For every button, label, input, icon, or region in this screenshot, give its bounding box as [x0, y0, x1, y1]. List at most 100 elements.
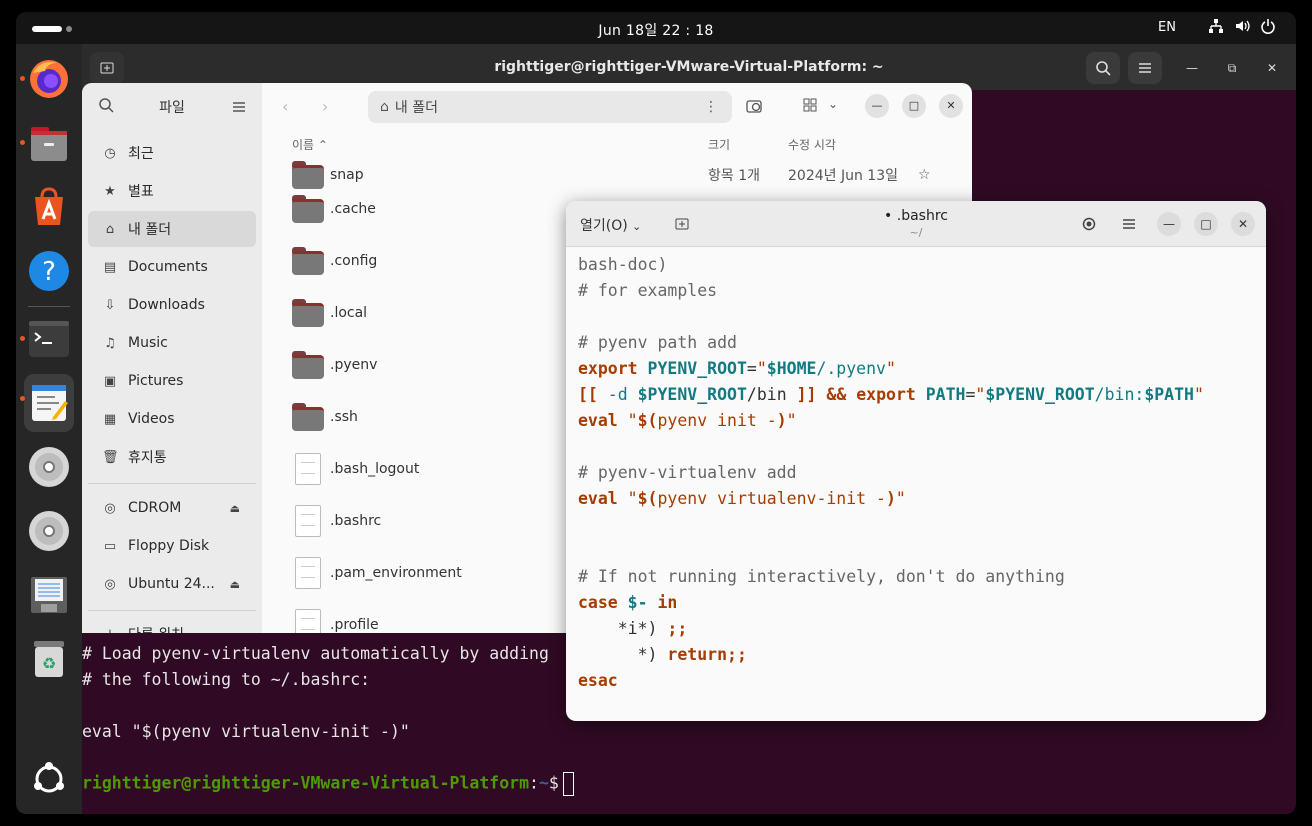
- maximize-button[interactable]: ⧉: [1222, 58, 1242, 78]
- sidebar-item-trash[interactable]: 🗑 휴지통: [88, 439, 256, 475]
- sidebar-item-floppy[interactable]: ▭ Floppy Disk: [88, 528, 256, 564]
- sidebar-item-label: Videos: [128, 411, 175, 427]
- terminal-output-line: # the following to ~/.bashrc:: [82, 670, 371, 689]
- minimize-button[interactable]: —: [865, 94, 889, 118]
- code-line: case $- in: [578, 593, 678, 612]
- close-button[interactable]: ✕: [1231, 212, 1255, 236]
- sidebar-item-label: CDROM: [128, 500, 182, 516]
- search-button[interactable]: [1086, 52, 1120, 84]
- file-name: .cache: [330, 201, 376, 217]
- text-file-icon: [295, 505, 321, 537]
- back-arrow-icon[interactable]: ‹: [282, 97, 288, 116]
- forward-arrow-icon[interactable]: ›: [322, 97, 328, 116]
- close-button[interactable]: ✕: [1262, 58, 1282, 78]
- trash-launcher[interactable]: ♻: [24, 634, 74, 684]
- code-line: *) return;;: [578, 645, 747, 664]
- sidebar-item-videos[interactable]: ▦ Videos: [88, 401, 256, 437]
- code-line: bash-doc): [578, 255, 668, 274]
- sidebar-item-documents[interactable]: ▤ Documents: [88, 249, 256, 285]
- plus-icon: +: [102, 627, 118, 634]
- disc-icon: ◎: [104, 500, 116, 516]
- text-file-icon: [295, 453, 321, 485]
- settings-button[interactable]: [1077, 212, 1101, 236]
- svg-text:♻: ♻: [42, 654, 56, 673]
- text-file-icon: [295, 557, 321, 589]
- terminal-prompt[interactable]: righttiger@righttiger-VMware-Virtual-Pla…: [82, 772, 574, 796]
- sidebar-item-home[interactable]: ⌂ 내 폴더: [88, 211, 256, 247]
- minimize-button[interactable]: —: [1182, 58, 1202, 78]
- sidebar-item-cdrom[interactable]: ◎ CDROM ⏏: [88, 490, 256, 526]
- column-header-name[interactable]: 이름 ⌃: [292, 136, 328, 153]
- file-name: .local: [330, 305, 368, 321]
- star-icon[interactable]: ☆: [918, 167, 931, 183]
- files-launcher[interactable]: [20, 118, 74, 168]
- chevron-down-icon[interactable]: ⌄: [828, 97, 838, 111]
- code-line: esac: [578, 671, 618, 690]
- clock-icon: ◷: [104, 145, 116, 161]
- menu-button[interactable]: [1128, 52, 1162, 84]
- running-indicator: [20, 396, 25, 401]
- column-header-modified[interactable]: 수정 시각: [788, 136, 836, 153]
- text-editor-window[interactable]: 열기(O) ⌄ • .bashrc ~/ — □ ✕ bash-doc) # fo…: [566, 201, 1266, 721]
- floppy-launcher[interactable]: [24, 570, 74, 620]
- maximize-button[interactable]: □: [1194, 212, 1218, 236]
- running-indicator: [20, 140, 25, 145]
- grid-view-icon[interactable]: [802, 97, 818, 117]
- maximize-icon: □: [908, 99, 920, 112]
- close-button[interactable]: ✕: [939, 94, 963, 118]
- help-launcher[interactable]: ?: [24, 246, 74, 296]
- eject-icon[interactable]: ⏏: [230, 502, 240, 515]
- clock[interactable]: Jun 18일 22 : 18: [16, 20, 1296, 40]
- minimize-button[interactable]: —: [1157, 212, 1181, 236]
- folder-icon: [292, 351, 324, 379]
- code-line: # pyenv-virtualenv add: [578, 463, 797, 482]
- eject-icon[interactable]: ⏏: [230, 578, 240, 591]
- help-icon: ?: [29, 251, 69, 291]
- sidebar-item-label: 휴지통: [128, 450, 167, 466]
- hamburger-icon[interactable]: [232, 98, 246, 117]
- sidebar-item-label: 다른 위치: [128, 624, 184, 633]
- home-icon: ⌂: [105, 221, 115, 237]
- sidebar-item-other-locations[interactable]: + 다른 위치: [88, 616, 256, 634]
- text-editor-launcher[interactable]: [20, 374, 74, 432]
- app-center-launcher[interactable]: [24, 182, 74, 232]
- code-view[interactable]: bash-doc) # for examples # pyenv path add…: [578, 252, 1204, 694]
- sidebar-item-starred[interactable]: ★ 별표: [88, 173, 256, 209]
- input-language[interactable]: EN: [1158, 20, 1176, 35]
- system-tray[interactable]: [1208, 18, 1276, 36]
- minimize-icon: —: [871, 99, 883, 112]
- sidebar-item-pictures[interactable]: ▣ Pictures: [88, 363, 256, 399]
- sidebar-item-downloads[interactable]: ⇩ Downloads: [88, 287, 256, 323]
- sidebar-item-label: 내 폴더: [128, 222, 172, 238]
- location-bar[interactable]: ⌂ 내 폴더 ⋮: [368, 91, 732, 123]
- text-editor-icon: [32, 385, 68, 421]
- file-name: snap: [330, 167, 364, 183]
- close-icon: ✕: [1237, 217, 1249, 231]
- maximize-button[interactable]: □: [902, 94, 926, 118]
- terminal-launcher[interactable]: [20, 314, 74, 364]
- sidebar-item-music[interactable]: ♫ Music: [88, 325, 256, 361]
- prompt-user: righttiger@righttiger-VMware-Virtual-Pla…: [82, 773, 530, 793]
- prompt-path: ~: [538, 773, 549, 793]
- menu-button[interactable]: [1117, 212, 1141, 236]
- sidebar-item-label: Music: [128, 335, 168, 351]
- firefox-launcher[interactable]: [20, 54, 74, 104]
- column-header-size[interactable]: 크기: [708, 136, 730, 153]
- sidebar-item-ubuntu[interactable]: ◎ Ubuntu 24... ⏏: [88, 566, 256, 602]
- sidebar-item-label: Documents: [128, 259, 208, 275]
- file-modified: 2024년 Jun 13일: [788, 168, 898, 184]
- search-folder-icon[interactable]: [746, 97, 764, 119]
- file-size: 항목 1개: [708, 168, 760, 184]
- sort-up-icon: ⌃: [317, 138, 328, 152]
- sidebar-item-label: Floppy Disk: [128, 538, 210, 554]
- cdrom-launcher[interactable]: [24, 442, 74, 492]
- cdrom-launcher-2[interactable]: [24, 506, 74, 556]
- show-apps-button[interactable]: [24, 754, 74, 804]
- terminal-icon: [29, 321, 69, 357]
- sidebar-item-label: Ubuntu 24...: [128, 576, 215, 592]
- more-icon[interactable]: ⋮: [704, 99, 718, 115]
- sidebar-item-recent[interactable]: ◷ 최근: [88, 135, 256, 171]
